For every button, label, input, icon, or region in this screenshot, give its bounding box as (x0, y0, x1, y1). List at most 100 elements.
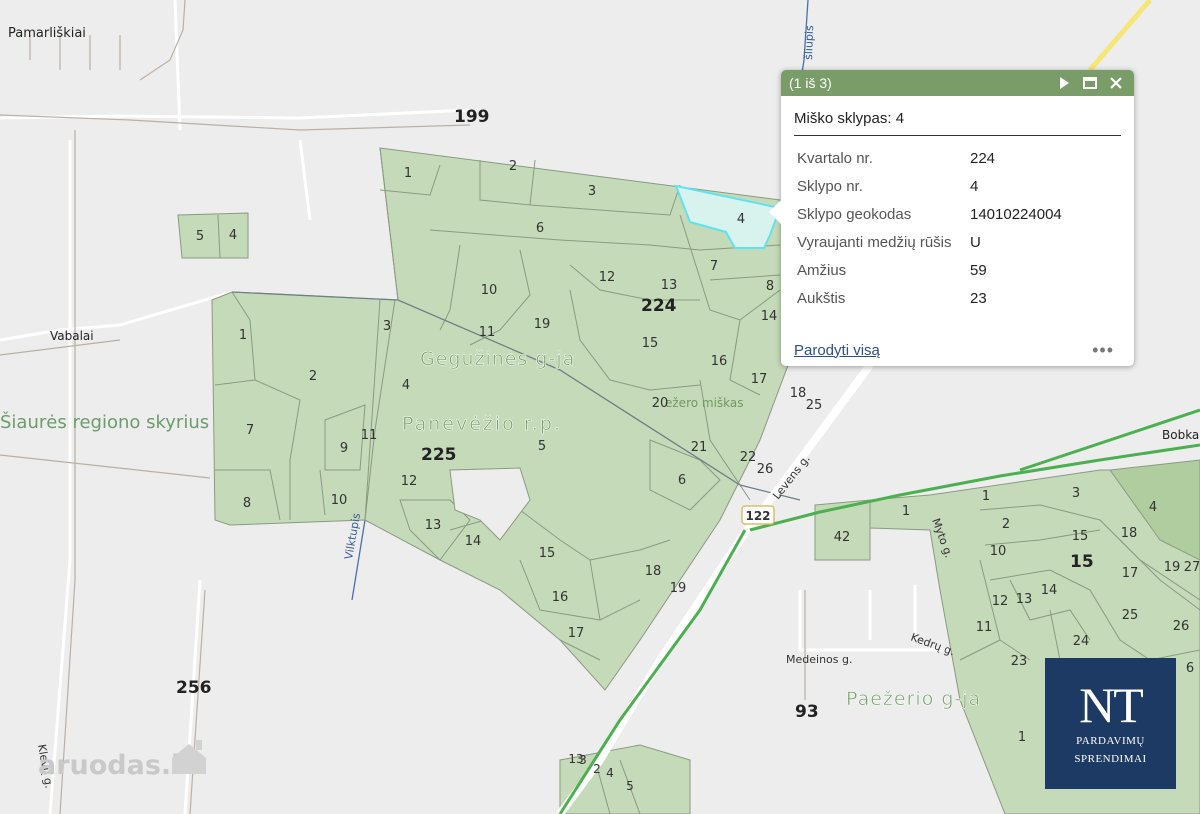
parcel-number: 12 (599, 270, 616, 285)
parcel-number: 26 (757, 462, 774, 477)
parcel-number: 19 (670, 581, 687, 596)
parcel-number: 19 (1164, 560, 1181, 575)
area-label-geguzines: Gegužinės g-ja (420, 348, 575, 370)
more-options-icon[interactable]: ••• (1092, 340, 1114, 361)
place-label-pamarliskiai: Pamarliškiai (8, 26, 86, 41)
parcel-number: 12 (401, 474, 418, 489)
main-road-yellow (1088, 0, 1152, 72)
attribute-row: Sklypo nr. 4 (797, 172, 1062, 200)
popup-header: (1 iš 3) (781, 70, 1134, 96)
parcel-number: 15 (642, 336, 659, 351)
parcel-number: 4 (737, 212, 745, 227)
parcel-number: 6 (536, 221, 544, 236)
quarter-number-224: 224 (641, 296, 677, 316)
parcel-number: 17 (1122, 566, 1139, 581)
parcel-number: 22 (740, 450, 757, 465)
parcel-number: 18 (1121, 526, 1138, 541)
maximize-icon[interactable] (1080, 73, 1100, 93)
logo-line-2: SPRENDIMAI (1074, 753, 1147, 765)
quarter-number-199: 199 (454, 107, 490, 127)
attribute-value: 59 (970, 261, 987, 279)
parcel-number: 13 (1016, 592, 1033, 607)
parcel-number: 20 (652, 396, 669, 411)
parcel-number: 24 (1073, 634, 1090, 649)
popup-pointer (769, 200, 781, 224)
parcel-number: 4 (402, 378, 410, 393)
parcel-number: 16 (711, 354, 728, 369)
place-label-siaures: Šiaurės regiono skyrius (0, 411, 209, 433)
road-name-levens: Levens g. (770, 452, 813, 502)
parcel-number: 6 (678, 473, 686, 488)
popup-counter: (1 iš 3) (789, 75, 832, 91)
parcel-number: 2 (309, 369, 317, 384)
attribute-value: 23 (970, 289, 987, 307)
attribute-value: U (970, 233, 981, 251)
next-icon[interactable] (1054, 73, 1074, 93)
attribute-row: Kvartalo nr. 224 (797, 144, 1062, 172)
parcel-number: 23 (1011, 654, 1028, 669)
parcel-number: 10 (990, 544, 1007, 559)
parcel-number: 8 (243, 496, 251, 511)
parcel-number: 1 (902, 504, 910, 519)
attribute-label: Vyraujanti medžių rūšis (797, 233, 952, 251)
attribute-row: Amžius 59 (797, 256, 1062, 284)
attribute-label: Amžius (797, 261, 847, 279)
parcel-number: 25 (1122, 608, 1139, 623)
parcel-info-popup[interactable]: (1 iš 3) Miško sklypas: 4 Kvartalo nr. 2… (769, 70, 1134, 366)
logo-line-1: PARDAVIMŲ (1076, 735, 1145, 747)
parcel-number: 16 (552, 590, 569, 605)
place-label-vabalai: Vabalai (50, 329, 94, 343)
area-label-ezero-miskas: ežero miškas (665, 396, 744, 410)
parcel-number: 18 (645, 564, 662, 579)
quarter-number-225: 225 (421, 445, 457, 465)
attribute-label: Kvartalo nr. (797, 149, 873, 167)
attribute-table: Kvartalo nr. 224 Sklypo nr. 4 Sklypo geo… (797, 144, 1062, 312)
parcel-number: 25 (806, 398, 823, 413)
parcel-number: 15 (1072, 529, 1089, 544)
attribute-label: Sklypo geokodas (797, 205, 912, 223)
watermark-house-icon (172, 740, 206, 774)
parcel-number: 27 (1184, 560, 1200, 575)
attribute-row: Vyraujanti medžių rūšis U (797, 228, 1062, 256)
parcel-number: 13 (425, 518, 442, 533)
parcel-number: 4 (606, 766, 614, 780)
parcel-number: 1 (1018, 730, 1026, 745)
parcel-number: 21 (691, 440, 708, 455)
place-label-bobka: Bobka (1162, 428, 1199, 442)
parcel-number: 4 (1149, 500, 1157, 515)
forest-parcels-left[interactable] (177, 212, 249, 259)
show-all-link[interactable]: Parodyti visą (794, 342, 1092, 359)
parcel-number: 5 (626, 779, 634, 793)
area-label-paezerio: Paežerio g-ja (846, 688, 981, 710)
nt-logo: NT PARDAVIMŲ SPRENDIMAI (1045, 658, 1176, 789)
parcel-number: 8 (766, 279, 774, 294)
parcel-number: 18 (790, 386, 807, 401)
quarter-number-256: 256 (176, 678, 212, 698)
quarter-number-93: 93 (795, 702, 819, 722)
parcel-number: 17 (568, 626, 585, 641)
parcel-number: 7 (710, 259, 718, 274)
road-name-medeinos: Medeinos g. (786, 653, 852, 666)
parcel-number: 11 (479, 325, 496, 340)
parcel-number: 15 (539, 546, 556, 561)
parcel-number: 2 (509, 159, 517, 174)
parcel-number: 14 (465, 534, 482, 549)
area-label-panevezio: Panevėžio r.p. (402, 413, 562, 435)
parcel-number: 2 (593, 762, 601, 776)
road-name-sliupis: šliupis (802, 25, 816, 60)
parcel-number: 1 (239, 328, 247, 343)
parcel-number: 13 (568, 752, 583, 766)
parcel-number: 2 (1002, 517, 1010, 532)
parcel-number: 26 (1173, 619, 1190, 634)
attribute-row: Aukštis 23 (797, 284, 1062, 312)
close-icon[interactable] (1106, 73, 1126, 93)
parcel-number: 5 (196, 229, 204, 244)
parcel-number: 3 (1072, 486, 1080, 501)
parcel-number: 12 (992, 594, 1009, 609)
quarter-number-15: 15 (1070, 552, 1094, 572)
road-shield-label: 122 (745, 509, 770, 523)
parcel-number: 11 (976, 620, 993, 635)
popup-footer: Parodyti visą ••• (794, 340, 1114, 360)
attribute-value: 4 (970, 177, 979, 195)
attribute-value: 224 (970, 149, 996, 167)
